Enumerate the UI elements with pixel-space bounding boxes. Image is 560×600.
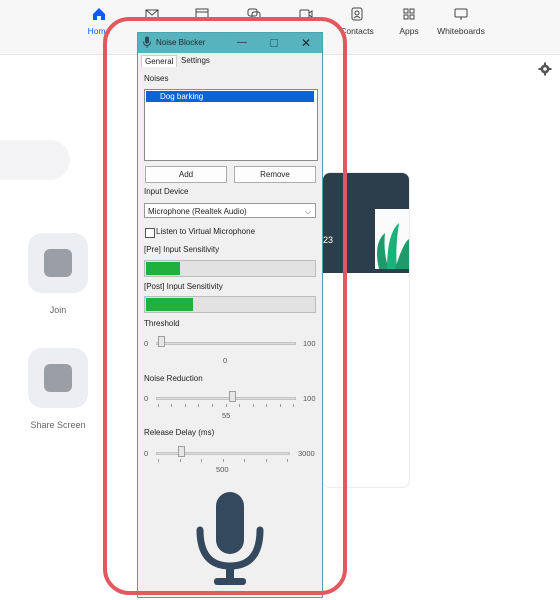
join-icon (44, 249, 72, 277)
settings-gear-icon[interactable] (538, 62, 552, 76)
contacts-icon (351, 7, 363, 21)
share-screen-button[interactable] (28, 348, 88, 408)
nav-apps-label: Apps (399, 26, 419, 36)
nav-whiteboards[interactable]: Whiteboards (426, 6, 496, 36)
plant-icon (375, 209, 409, 269)
apps-icon (403, 8, 415, 20)
blurred-element (0, 140, 70, 180)
join-label: Join (49, 305, 67, 315)
join-button[interactable] (28, 233, 88, 293)
share-screen-label: Share Screen (30, 420, 86, 430)
whiteboard-icon (454, 8, 468, 20)
share-screen-icon (44, 364, 72, 392)
nav-whiteboards-label: Whiteboards (437, 26, 485, 36)
home-icon (93, 8, 105, 20)
highlight-outline (103, 17, 347, 595)
